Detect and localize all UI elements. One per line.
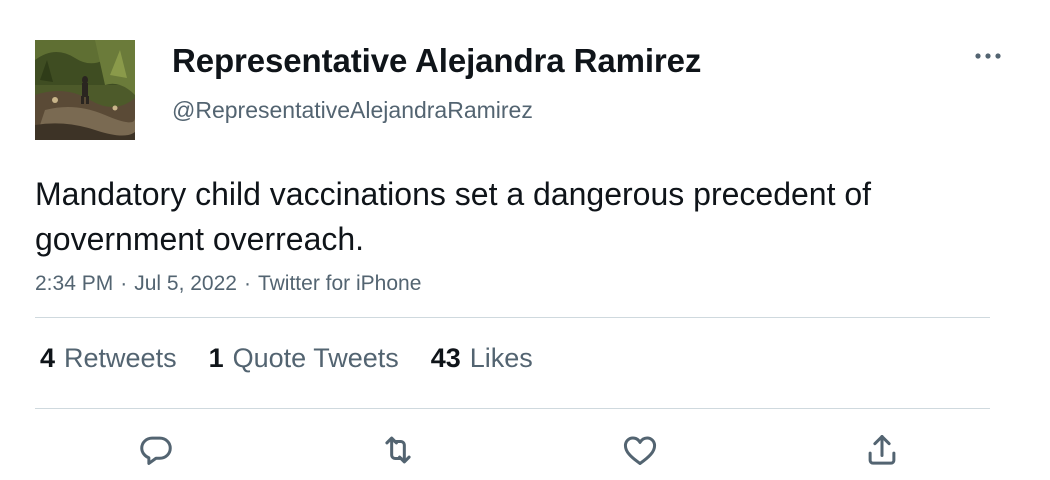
author-display-name[interactable]: Representative Alejandra Ramirez [172, 42, 701, 80]
meta-separator: · [243, 272, 251, 295]
retweets-label: Retweets [64, 343, 177, 373]
reply-icon [140, 436, 172, 465]
divider [35, 317, 990, 318]
tweet-stats: 4 Retweets 1 Quote Tweets 43 Likes [40, 343, 565, 374]
author-handle[interactable]: @RepresentativeAlejandraRamirez [172, 97, 533, 124]
like-button[interactable] [618, 428, 662, 472]
tweet-date[interactable]: Jul 5, 2022 [134, 272, 237, 296]
more-options-button[interactable] [970, 44, 1006, 68]
retweet-icon [385, 436, 411, 464]
tweet-source[interactable]: Twitter for iPhone [258, 272, 421, 296]
heart-icon [623, 436, 657, 465]
more-dots-icon [975, 53, 1001, 59]
share-icon [868, 435, 896, 465]
quote-tweets-count: 1 [208, 343, 224, 373]
quote-tweets-label: Quote Tweets [232, 343, 399, 373]
retweets-count: 4 [40, 343, 56, 373]
share-button[interactable] [860, 428, 904, 472]
quote-tweets-stat[interactable]: 1 Quote Tweets [209, 343, 399, 374]
likes-stat[interactable]: 43 Likes [431, 343, 533, 374]
profile-photo-icon [35, 40, 135, 140]
likes-label: Likes [469, 343, 533, 373]
reply-button[interactable] [134, 428, 178, 472]
avatar[interactable] [35, 40, 135, 140]
divider [35, 408, 990, 409]
tweet-text: Mandatory child vaccinations set a dange… [35, 176, 872, 257]
meta-separator: · [120, 272, 128, 295]
likes-count: 43 [430, 343, 461, 373]
tweet-actions [0, 428, 1050, 472]
retweet-button[interactable] [376, 428, 420, 472]
retweets-stat[interactable]: 4 Retweets [40, 343, 177, 374]
tweet-time[interactable]: 2:34 PM [35, 272, 113, 296]
tweet-metadata: 2:34 PM · Jul 5, 2022 · Twitter for iPho… [35, 272, 421, 296]
